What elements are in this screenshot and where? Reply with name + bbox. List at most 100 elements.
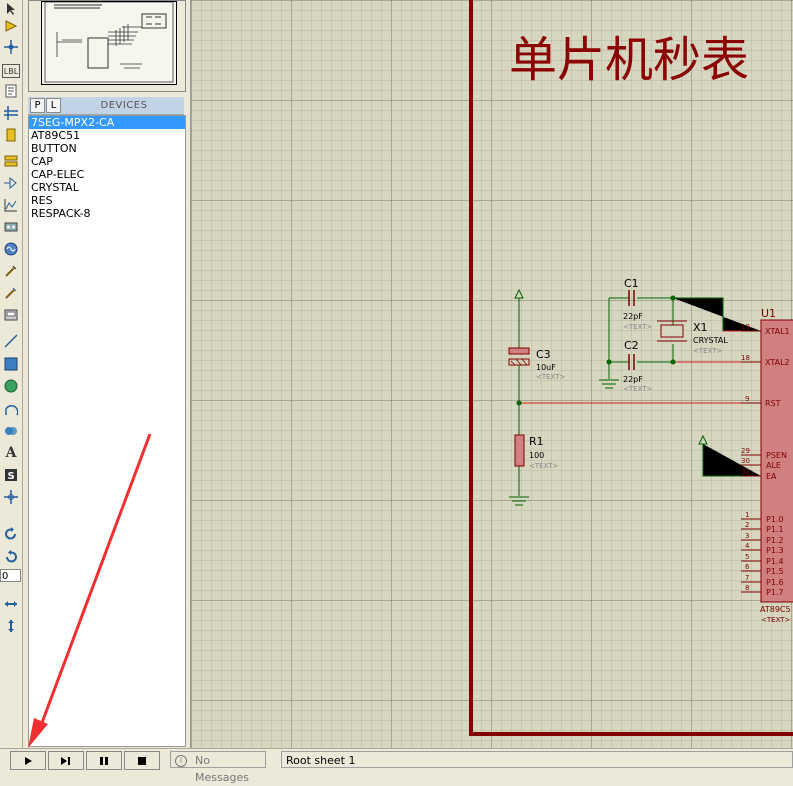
device-item-at89c51[interactable]: AT89C51 [29, 129, 185, 142]
line-mode-icon[interactable] [2, 332, 20, 350]
generator-mode-icon[interactable] [2, 240, 20, 258]
power-terminal-ea[interactable] [698, 434, 708, 445]
c3-value: 10uF [536, 363, 556, 372]
bus-mode-icon[interactable] [2, 104, 20, 122]
x1-value: CRYSTAL [693, 336, 728, 345]
voltage-probe-mode-icon[interactable] [2, 262, 20, 280]
pin-name: XTAL1 [765, 327, 790, 336]
graph-mode-icon[interactable] [2, 196, 20, 214]
play-button[interactable] [10, 751, 46, 770]
pin-name: P1.1 [766, 525, 784, 534]
mode-toolbar: LBL A S 0 [0, 0, 23, 748]
pin-name: P1.6 [766, 578, 784, 587]
rotate-clockwise-icon[interactable] [2, 525, 20, 543]
pin-number: 7 [745, 574, 749, 582]
pause-button[interactable] [86, 751, 122, 770]
step-button[interactable] [48, 751, 84, 770]
pin-number: 1 [745, 511, 749, 519]
pin-number: 8 [745, 584, 749, 592]
device-item-crystal[interactable]: CRYSTAL [29, 181, 185, 194]
pin-number: 31 [741, 468, 750, 476]
box-mode-icon[interactable] [2, 355, 20, 373]
c1-ref: C1 [624, 277, 639, 290]
devices-title: DEVICES [100, 100, 148, 111]
pin-number: 3 [745, 532, 749, 540]
schematic-canvas[interactable]: 单片机秒表 C3 10uF <TEXT> R1 100 <TEXT> C1 22… [190, 0, 793, 748]
mirror-vertical-icon[interactable] [2, 617, 20, 635]
pin-number: 30 [741, 457, 750, 465]
tape-recorder-mode-icon[interactable] [2, 218, 20, 236]
device-list[interactable]: 7SEG-MPX2-CA AT89C51 BUTTON CAP CAP-ELEC… [28, 115, 186, 747]
library-manager-button[interactable]: L [46, 98, 61, 113]
junction-mode-icon[interactable] [2, 38, 20, 56]
stop-button[interactable] [124, 751, 160, 770]
overview-window[interactable] [28, 0, 186, 92]
device-pins-mode-icon[interactable] [2, 174, 20, 192]
c2-value: 22pF [623, 375, 643, 384]
c2-plates[interactable] [628, 354, 635, 370]
pin-number: 6 [745, 563, 750, 571]
c1-value: 22pF [623, 312, 643, 321]
u1-text: <TEXT> [761, 616, 791, 624]
device-item-respack-8[interactable]: RESPACK-8 [29, 207, 185, 220]
device-item-button[interactable]: BUTTON [29, 142, 185, 155]
messages-field[interactable]: i No Messages [170, 751, 266, 784]
messages-text: No Messages [195, 754, 249, 784]
rotation-angle-field[interactable]: 0 [0, 569, 21, 582]
pin-name: RST [765, 399, 781, 408]
device-item-cap[interactable]: CAP [29, 155, 185, 168]
svg-text:S: S [8, 471, 15, 482]
text-mode-icon[interactable]: A [2, 444, 20, 462]
pin-number: 5 [745, 553, 749, 561]
pin-name: EA [766, 472, 777, 481]
c2-text: <TEXT> [623, 385, 653, 393]
pin-name: P1.5 [766, 567, 784, 576]
device-item-cap-elec[interactable]: CAP-ELEC [29, 168, 185, 181]
mirror-horizontal-icon[interactable] [2, 595, 20, 613]
pin-name: P1.7 [766, 588, 784, 597]
schematic-title: 单片机秒表 [509, 32, 749, 88]
pin-name: P1.4 [766, 557, 784, 566]
c3-plate-top[interactable] [508, 347, 530, 355]
pin-number: 4 [745, 542, 750, 550]
x1-text: <TEXT> [693, 347, 723, 355]
devices-header: P L DEVICES [28, 97, 184, 115]
r1-value: 100 [529, 451, 544, 460]
x1-ref: X1 [693, 321, 708, 334]
pin-name: XTAL2 [765, 358, 790, 367]
overview-thumbnail [41, 1, 177, 85]
component-mode-icon[interactable] [2, 17, 20, 35]
marker-mode-icon[interactable] [2, 488, 20, 506]
rotate-anticlockwise-icon[interactable] [2, 548, 20, 566]
arc-mode-icon[interactable] [2, 400, 20, 418]
pin-number: 19 [741, 323, 750, 331]
text-script-mode-icon[interactable] [2, 82, 20, 100]
object-selector-panel: P L DEVICES 7SEG-MPX2-CA AT89C51 BUTTON … [26, 0, 186, 748]
power-terminal-c3[interactable] [514, 288, 524, 299]
wire-label-mode-icon[interactable]: LBL [2, 64, 20, 78]
c3-text: <TEXT> [536, 373, 566, 381]
terminals-mode-icon[interactable] [2, 152, 20, 170]
closed-path-mode-icon[interactable] [2, 422, 20, 440]
symbol-mode-icon[interactable]: S [2, 466, 20, 484]
sheet-field: Root sheet 1 [281, 751, 793, 768]
circle-mode-icon[interactable] [2, 377, 20, 395]
c3-ref: C3 [536, 348, 551, 361]
junction-rst [516, 400, 522, 406]
pick-devices-button[interactable]: P [30, 98, 45, 113]
pin-name: P1.2 [766, 536, 784, 545]
r1-ref: R1 [529, 435, 544, 448]
selection-mode-icon[interactable] [2, 0, 20, 18]
c1-text: <TEXT> [623, 323, 653, 331]
c1-plates[interactable] [628, 290, 635, 306]
subcircuit-mode-icon[interactable] [2, 126, 20, 144]
schematic-drawing: 单片机秒表 C3 10uF <TEXT> R1 100 <TEXT> C1 22… [469, 0, 793, 736]
virtual-instruments-mode-icon[interactable] [2, 306, 20, 324]
pin-name: PSEN [766, 451, 787, 460]
device-item-res[interactable]: RES [29, 194, 185, 207]
current-probe-mode-icon[interactable] [2, 284, 20, 302]
r1-body[interactable] [514, 434, 525, 467]
device-item-7seg-mpx2-ca[interactable]: 7SEG-MPX2-CA [29, 116, 185, 129]
pin-name: ALE [766, 461, 781, 470]
x1-body[interactable] [660, 324, 684, 338]
